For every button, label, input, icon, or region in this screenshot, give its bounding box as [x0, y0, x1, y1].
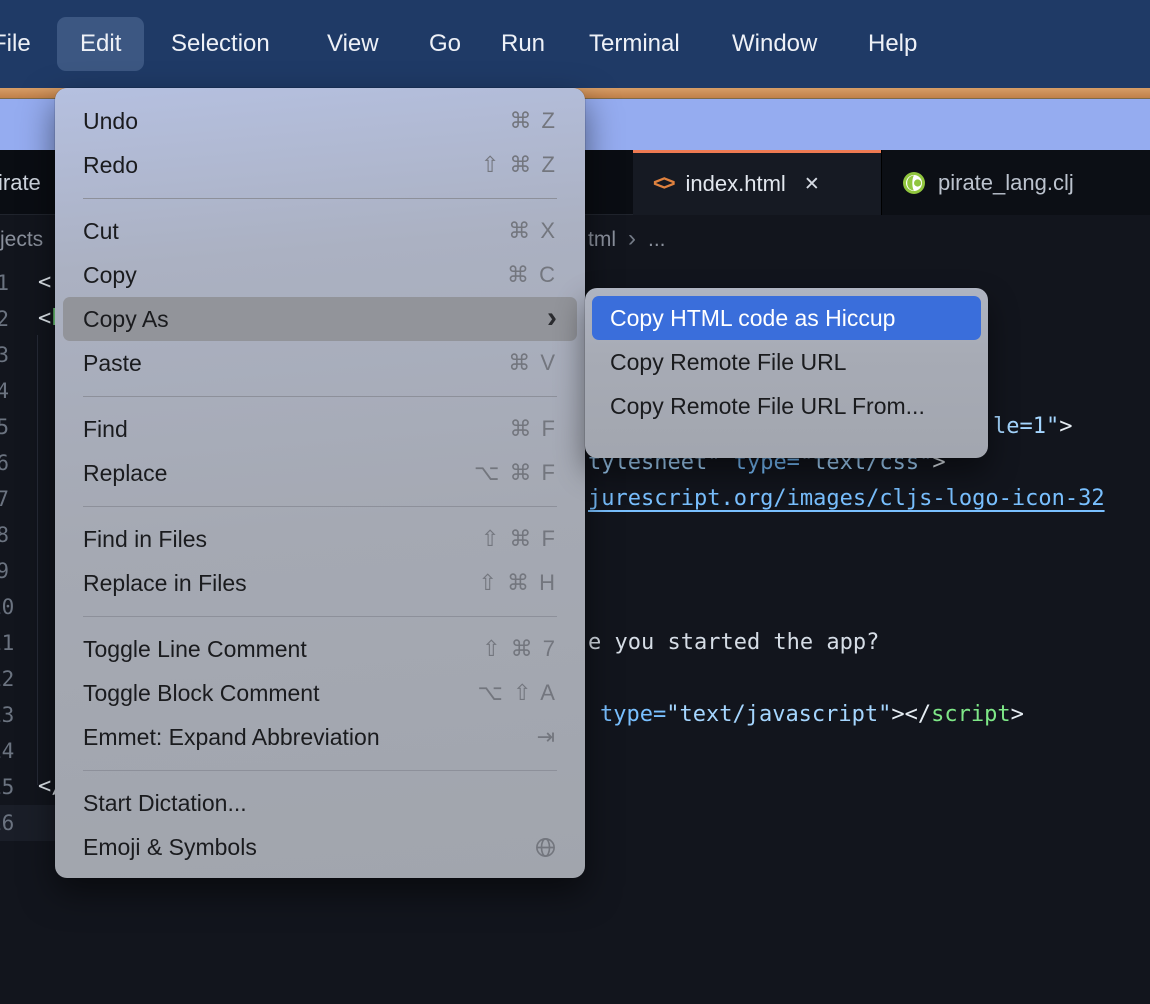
line-number: 5	[0, 409, 9, 445]
menu-item-label: Undo	[83, 108, 138, 135]
line-number: 11	[0, 625, 9, 661]
menu-item-undo[interactable]: Undo ⌘ Z	[63, 99, 577, 143]
menu-separator	[83, 396, 557, 397]
menu-item-start-dictation[interactable]: Start Dictation...	[63, 781, 577, 825]
line-number: 2	[0, 301, 9, 337]
line-number: 4	[0, 373, 9, 409]
code-line: jurescript.org/images/cljs-logo-icon-32	[588, 481, 1105, 517]
menu-item-paste[interactable]: Paste ⌘ V	[63, 341, 577, 385]
menu-item-label: Copy As	[83, 306, 169, 333]
menubar-item-selection[interactable]: Selection	[171, 30, 270, 58]
menu-item-cut[interactable]: Cut ⌘ X	[63, 209, 577, 253]
menu-item-replace[interactable]: Replace ⌥ ⌘ F	[63, 451, 577, 495]
line-number: 7	[0, 481, 9, 517]
code-line: type="text/javascript"></script>	[600, 697, 1024, 733]
code-line: <	[38, 265, 51, 301]
line-number: 16	[0, 805, 9, 841]
menubar-item-help[interactable]: Help	[868, 30, 917, 58]
menu-item-copy-as[interactable]: Copy As ›	[63, 297, 577, 341]
menu-separator	[83, 506, 557, 507]
menu-item-label: Emoji & Symbols	[83, 834, 257, 861]
menu-item-toggle-line-comment[interactable]: Toggle Line Comment ⇧ ⌘ 7	[63, 627, 577, 671]
code-line: e you started the app?	[588, 625, 879, 661]
line-number: 1	[0, 265, 9, 301]
menu-item-label: Find	[83, 416, 128, 443]
menu-item-copy-html-code-as-hiccup[interactable]: Copy HTML code as Hiccup	[592, 296, 981, 340]
menu-item-shortcut: ⌘ X	[508, 218, 557, 244]
menu-item-shortcut: ⌘ F	[509, 416, 557, 442]
menubar: File Edit Selection View Go Run Terminal Window…	[0, 0, 1150, 88]
line-number: 8	[0, 517, 9, 553]
menu-item-label: Copy Remote File URL	[610, 349, 846, 376]
menubar-item-window[interactable]: Window	[732, 30, 817, 58]
menu-item-label: Toggle Line Comment	[83, 636, 307, 663]
copy-as-submenu: Copy HTML code as Hiccup Copy Remote File…	[585, 288, 988, 458]
menu-item-copy[interactable]: Copy ⌘ C	[63, 253, 577, 297]
menu-item-label: Toggle Block Comment	[83, 680, 320, 707]
menu-item-label: Start Dictation...	[83, 790, 247, 817]
menu-item-shortcut: ⌘ Z	[509, 108, 557, 134]
menubar-item-terminal[interactable]: Terminal	[589, 30, 680, 58]
menu-item-shortcut: ⇥	[537, 724, 557, 750]
menubar-item-file[interactable]: File	[0, 30, 31, 58]
globe-icon	[534, 836, 557, 859]
menu-item-label: Copy HTML code as Hiccup	[610, 305, 895, 332]
menubar-item-edit[interactable]: Edit	[57, 17, 144, 71]
menubar-item-view[interactable]: View	[327, 30, 379, 58]
line-number: 14	[0, 733, 9, 769]
menu-item-shortcut: ⌥ ⌘ F	[474, 460, 557, 486]
menu-item-shortcut: ⇧ ⌘ F	[481, 526, 557, 552]
menu-item-label: Replace	[83, 460, 167, 487]
menu-item-copy-remote-file-url-from[interactable]: Copy Remote File URL From...	[592, 384, 981, 428]
line-number: 6	[0, 445, 9, 481]
menu-item-shortcut: ⌥ ⇧ A	[478, 680, 557, 706]
line-number: 15	[0, 769, 9, 805]
menu-item-emmet-expand-abbreviation[interactable]: Emmet: Expand Abbreviation ⇥	[63, 715, 577, 759]
menu-separator	[83, 616, 557, 617]
line-number: 13	[0, 697, 9, 733]
menu-item-label: Copy	[83, 262, 137, 289]
menu-item-redo[interactable]: Redo ⇧ ⌘ Z	[63, 143, 577, 187]
menu-item-shortcut: ⇧ ⌘ Z	[481, 152, 557, 178]
menu-item-replace-in-files[interactable]: Replace in Files ⇧ ⌘ H	[63, 561, 577, 605]
code-link: jurescript.org/images/cljs-logo-icon-32	[588, 486, 1105, 511]
line-number: 9	[0, 553, 9, 589]
line-number: 10	[0, 589, 9, 625]
submenu-chevron-icon: ›	[547, 301, 557, 335]
indent-guide	[37, 335, 38, 785]
menu-item-label: Redo	[83, 152, 138, 179]
menu-separator	[83, 770, 557, 771]
menu-item-label: Copy Remote File URL From...	[610, 393, 925, 420]
menu-item-label: Find in Files	[83, 526, 207, 553]
menu-item-label: Replace in Files	[83, 570, 247, 597]
menu-item-emoji-symbols[interactable]: Emoji & Symbols	[63, 825, 577, 869]
menu-item-find-in-files[interactable]: Find in Files ⇧ ⌘ F	[63, 517, 577, 561]
menu-item-copy-remote-file-url[interactable]: Copy Remote File URL	[592, 340, 981, 384]
menu-item-shortcut: ⌘ V	[508, 350, 557, 376]
menu-item-shortcut: ⇧ ⌘ H	[478, 570, 557, 596]
edit-menu-dropdown: Undo ⌘ Z Redo ⇧ ⌘ Z Cut ⌘ X Copy ⌘ C Copy As › Pas…	[55, 88, 585, 878]
line-number: 3	[0, 337, 9, 373]
menu-item-shortcut: ⇧ ⌘ 7	[482, 636, 557, 662]
menu-item-label: Paste	[83, 350, 142, 377]
menubar-item-go[interactable]: Go	[429, 30, 461, 58]
menu-separator	[83, 198, 557, 199]
menu-item-find[interactable]: Find ⌘ F	[63, 407, 577, 451]
line-number: 12	[0, 661, 9, 697]
code-line: le=1">	[993, 409, 1072, 445]
menu-item-shortcut: ⌘ C	[507, 262, 557, 288]
menu-item-label: Emmet: Expand Abbreviation	[83, 724, 380, 751]
menubar-item-run[interactable]: Run	[501, 30, 545, 58]
menu-item-label: Cut	[83, 218, 119, 245]
menu-item-toggle-block-comment[interactable]: Toggle Block Comment ⌥ ⇧ A	[63, 671, 577, 715]
